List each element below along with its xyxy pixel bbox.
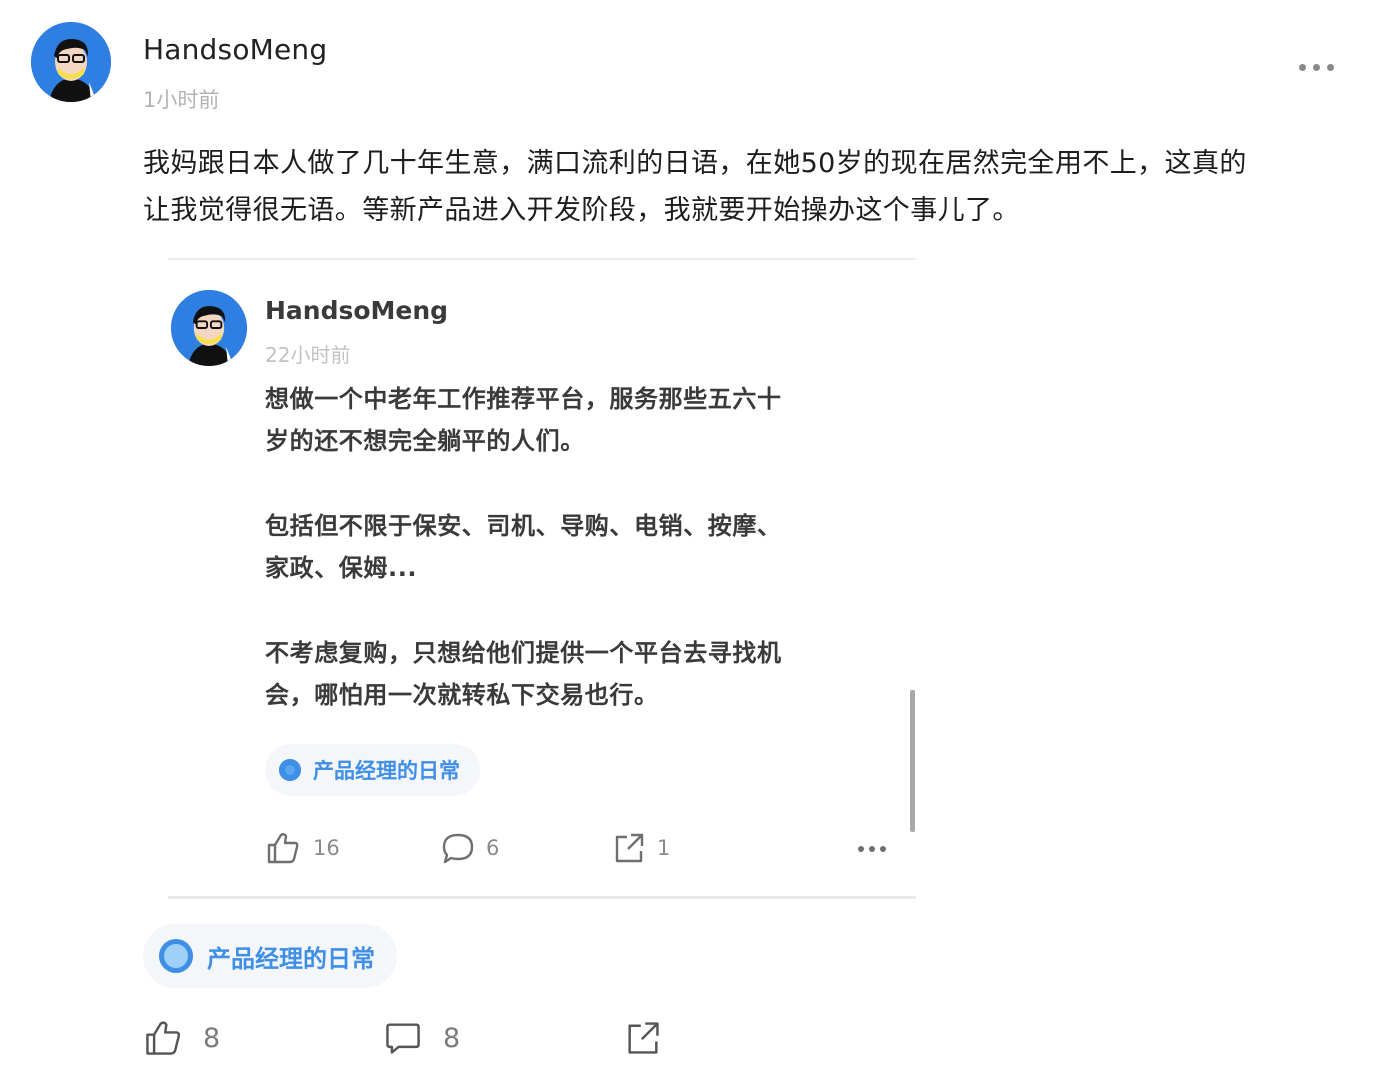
post-content: 我妈跟日本人做了几十年生意，满口流利的日语，在她50岁的现在居然完全用不上，这真…	[143, 140, 1358, 234]
topic-circle-icon	[279, 759, 301, 781]
quoted-paragraph-2: 包括但不限于保安、司机、导购、电销、按摩、 家政、保姆...	[265, 505, 885, 589]
scrollbar[interactable]	[910, 690, 915, 832]
quoted-comment-action: 6	[440, 830, 499, 866]
author-avatar[interactable]	[31, 22, 111, 102]
quoted-comment-count: 6	[486, 836, 500, 860]
quoted-author-name: HandsoMeng	[265, 296, 449, 325]
quoted-post-time: 22小时前	[265, 343, 351, 367]
quoted-line: 包括但不限于保安、司机、导购、电销、按摩、	[265, 512, 782, 540]
post-content-line: 让我觉得很无语。等新产品进入开发阶段，我就要开始操办这个事儿了。	[143, 195, 1020, 226]
dot	[880, 846, 886, 852]
comment-bubble-icon	[442, 833, 474, 864]
quoted-paragraph-1: 想做一个中老年工作推荐平台，服务那些五六十 岁的还不想完全躺平的人们。	[265, 378, 885, 462]
quoted-line: 不考虑复购，只想给他们提供一个平台去寻找机	[265, 639, 782, 667]
dot	[1313, 64, 1320, 71]
dot	[869, 846, 875, 852]
quoted-line: 想做一个中老年工作推荐平台，服务那些五六十	[265, 385, 782, 413]
topic-circle-icon	[159, 939, 193, 973]
quoted-line: 岁的还不想完全躺平的人们。	[265, 427, 585, 455]
quoted-share-count: 1	[657, 836, 671, 860]
quoted-topic-tag: 产品经理的日常	[265, 744, 480, 796]
thumbs-up-icon	[146, 1021, 181, 1055]
comment-bubble-icon	[386, 1023, 420, 1054]
share-button[interactable]	[623, 1018, 663, 1058]
comment-count: 8	[443, 1022, 461, 1054]
comment-button[interactable]: 8	[383, 1018, 460, 1058]
more-dots-icon	[858, 846, 886, 852]
dot	[858, 846, 864, 852]
quoted-author-avatar	[171, 290, 247, 366]
share-icon	[615, 833, 644, 863]
quoted-post-card[interactable]: HandsoMeng 22小时前 想做一个中老年工作推荐平台，服务那些五六十 岁…	[168, 258, 916, 899]
share-icon	[628, 1022, 659, 1054]
like-button[interactable]: 8	[143, 1018, 220, 1058]
thumbs-up-icon	[267, 833, 299, 864]
quoted-line: 家政、保姆...	[265, 554, 418, 582]
more-dots-icon[interactable]	[1299, 64, 1334, 71]
quoted-paragraph-3: 不考虑复购，只想给他们提供一个平台去寻找机 会，哪怕用一次就转私下交易也行。	[265, 632, 885, 716]
avatar-image	[31, 22, 111, 102]
avatar-image	[171, 290, 247, 366]
quoted-share-action: 1	[611, 830, 670, 866]
dot	[1299, 64, 1306, 71]
quoted-like-count: 16	[313, 836, 340, 860]
author-name[interactable]: HandsoMeng	[143, 33, 327, 66]
topic-label: 产品经理的日常	[207, 944, 375, 973]
post-content-line: 我妈跟日本人做了几十年生意，满口流利的日语，在她50岁的现在居然完全用不上，这真…	[143, 148, 1247, 179]
quoted-topic-label: 产品经理的日常	[313, 759, 460, 783]
quoted-like-action: 16	[265, 830, 340, 866]
like-count: 8	[203, 1022, 221, 1054]
dot	[1327, 64, 1334, 71]
quoted-line: 会，哪怕用一次就转私下交易也行。	[265, 681, 659, 709]
post-time: 1小时前	[143, 88, 220, 112]
topic-tag[interactable]: 产品经理的日常	[143, 924, 397, 988]
